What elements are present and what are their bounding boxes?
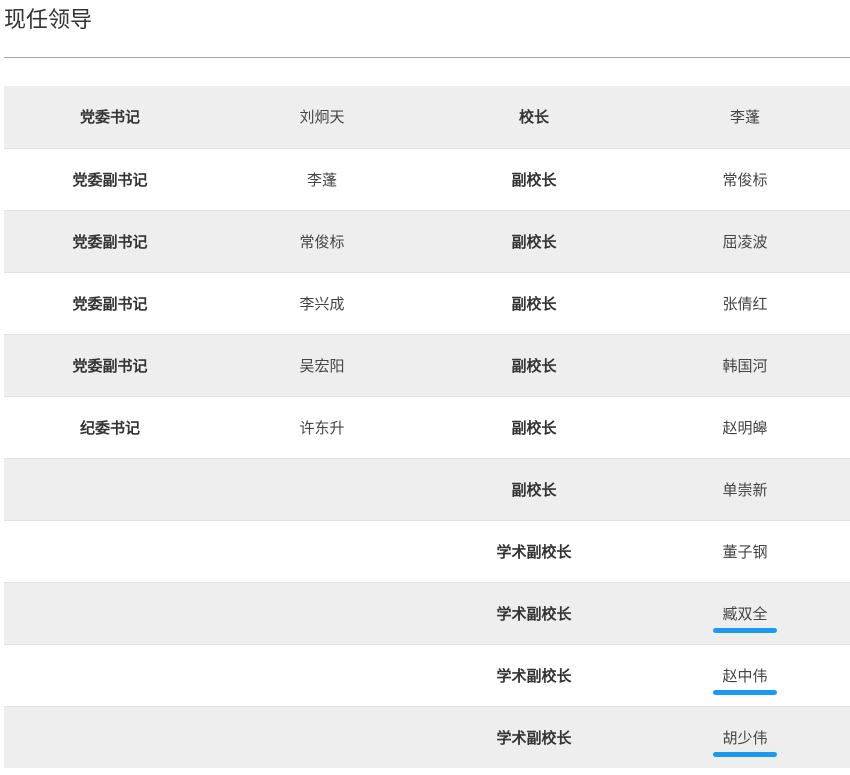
admin-name-cell: 臧双全 <box>640 582 850 645</box>
party-role-cell: 党委书记 <box>4 86 216 149</box>
page-title: 现任领导 <box>4 8 93 33</box>
admin-name-cell: 屈凌波 <box>640 210 850 273</box>
party-role-cell: 党委副书记 <box>4 210 216 273</box>
admin-role-cell: 校长 <box>428 86 640 149</box>
party-role-cell: 党委副书记 <box>4 148 216 211</box>
party-name-cell <box>216 458 428 521</box>
party-role-cell <box>4 582 216 645</box>
leaders-table: 党委书记 刘炯天 校长 李蓬 党委副书记 李蓬 副校长 常俊标 党委副书记 常俊… <box>4 86 850 768</box>
party-name-cell: 许东升 <box>216 396 428 459</box>
leader-profile-link[interactable]: 赵中伟 <box>713 665 777 695</box>
table-row: 党委书记 刘炯天 校长 李蓬 <box>4 86 850 149</box>
admin-name-cell: 赵中伟 <box>640 644 850 707</box>
table-row: 学术副校长 赵中伟 <box>4 644 850 707</box>
table-row: 学术副校长 董子钢 <box>4 520 850 583</box>
party-role-cell <box>4 706 216 768</box>
admin-name-cell: 赵明皞 <box>640 396 850 459</box>
admin-role-cell: 学术副校长 <box>428 520 640 583</box>
table-row: 副校长 单崇新 <box>4 458 850 521</box>
title-divider <box>4 57 850 58</box>
party-name-cell <box>216 520 428 583</box>
admin-role-cell: 副校长 <box>428 210 640 273</box>
party-role-cell <box>4 644 216 707</box>
admin-name-cell: 胡少伟 <box>640 706 850 768</box>
admin-name-cell: 李蓬 <box>640 86 850 149</box>
party-name-cell: 李兴成 <box>216 272 428 335</box>
table-row: 学术副校长 胡少伟 <box>4 706 850 768</box>
party-role-cell <box>4 520 216 583</box>
party-role-cell <box>4 458 216 521</box>
party-name-cell: 李蓬 <box>216 148 428 211</box>
party-role-cell: 党委副书记 <box>4 272 216 335</box>
party-role-cell: 纪委书记 <box>4 396 216 459</box>
admin-role-cell: 学术副校长 <box>428 644 640 707</box>
party-name-cell <box>216 644 428 707</box>
table-row: 学术副校长 臧双全 <box>4 582 850 645</box>
admin-role-cell: 副校长 <box>428 148 640 211</box>
admin-name-cell: 董子钢 <box>640 520 850 583</box>
table-row: 党委副书记 李蓬 副校长 常俊标 <box>4 148 850 211</box>
table-row: 党委副书记 常俊标 副校长 屈凌波 <box>4 210 850 273</box>
table-row: 党委副书记 李兴成 副校长 张倩红 <box>4 272 850 335</box>
party-name-cell <box>216 582 428 645</box>
party-name-cell: 刘炯天 <box>216 86 428 149</box>
admin-role-cell: 副校长 <box>428 396 640 459</box>
admin-role-cell: 副校长 <box>428 458 640 521</box>
admin-role-cell: 副校长 <box>428 272 640 335</box>
admin-name-cell: 常俊标 <box>640 148 850 211</box>
party-role-cell: 党委副书记 <box>4 334 216 397</box>
admin-name-cell: 单崇新 <box>640 458 850 521</box>
leader-profile-link[interactable]: 臧双全 <box>713 603 777 633</box>
leader-profile-link[interactable]: 胡少伟 <box>713 727 777 757</box>
admin-name-cell: 张倩红 <box>640 272 850 335</box>
admin-name-cell: 韩国河 <box>640 334 850 397</box>
party-name-cell <box>216 706 428 768</box>
table-row: 党委副书记 吴宏阳 副校长 韩国河 <box>4 334 850 397</box>
table-row: 纪委书记 许东升 副校长 赵明皞 <box>4 396 850 459</box>
party-name-cell: 常俊标 <box>216 210 428 273</box>
admin-role-cell: 学术副校长 <box>428 582 640 645</box>
admin-role-cell: 副校长 <box>428 334 640 397</box>
admin-role-cell: 学术副校长 <box>428 706 640 768</box>
party-name-cell: 吴宏阳 <box>216 334 428 397</box>
